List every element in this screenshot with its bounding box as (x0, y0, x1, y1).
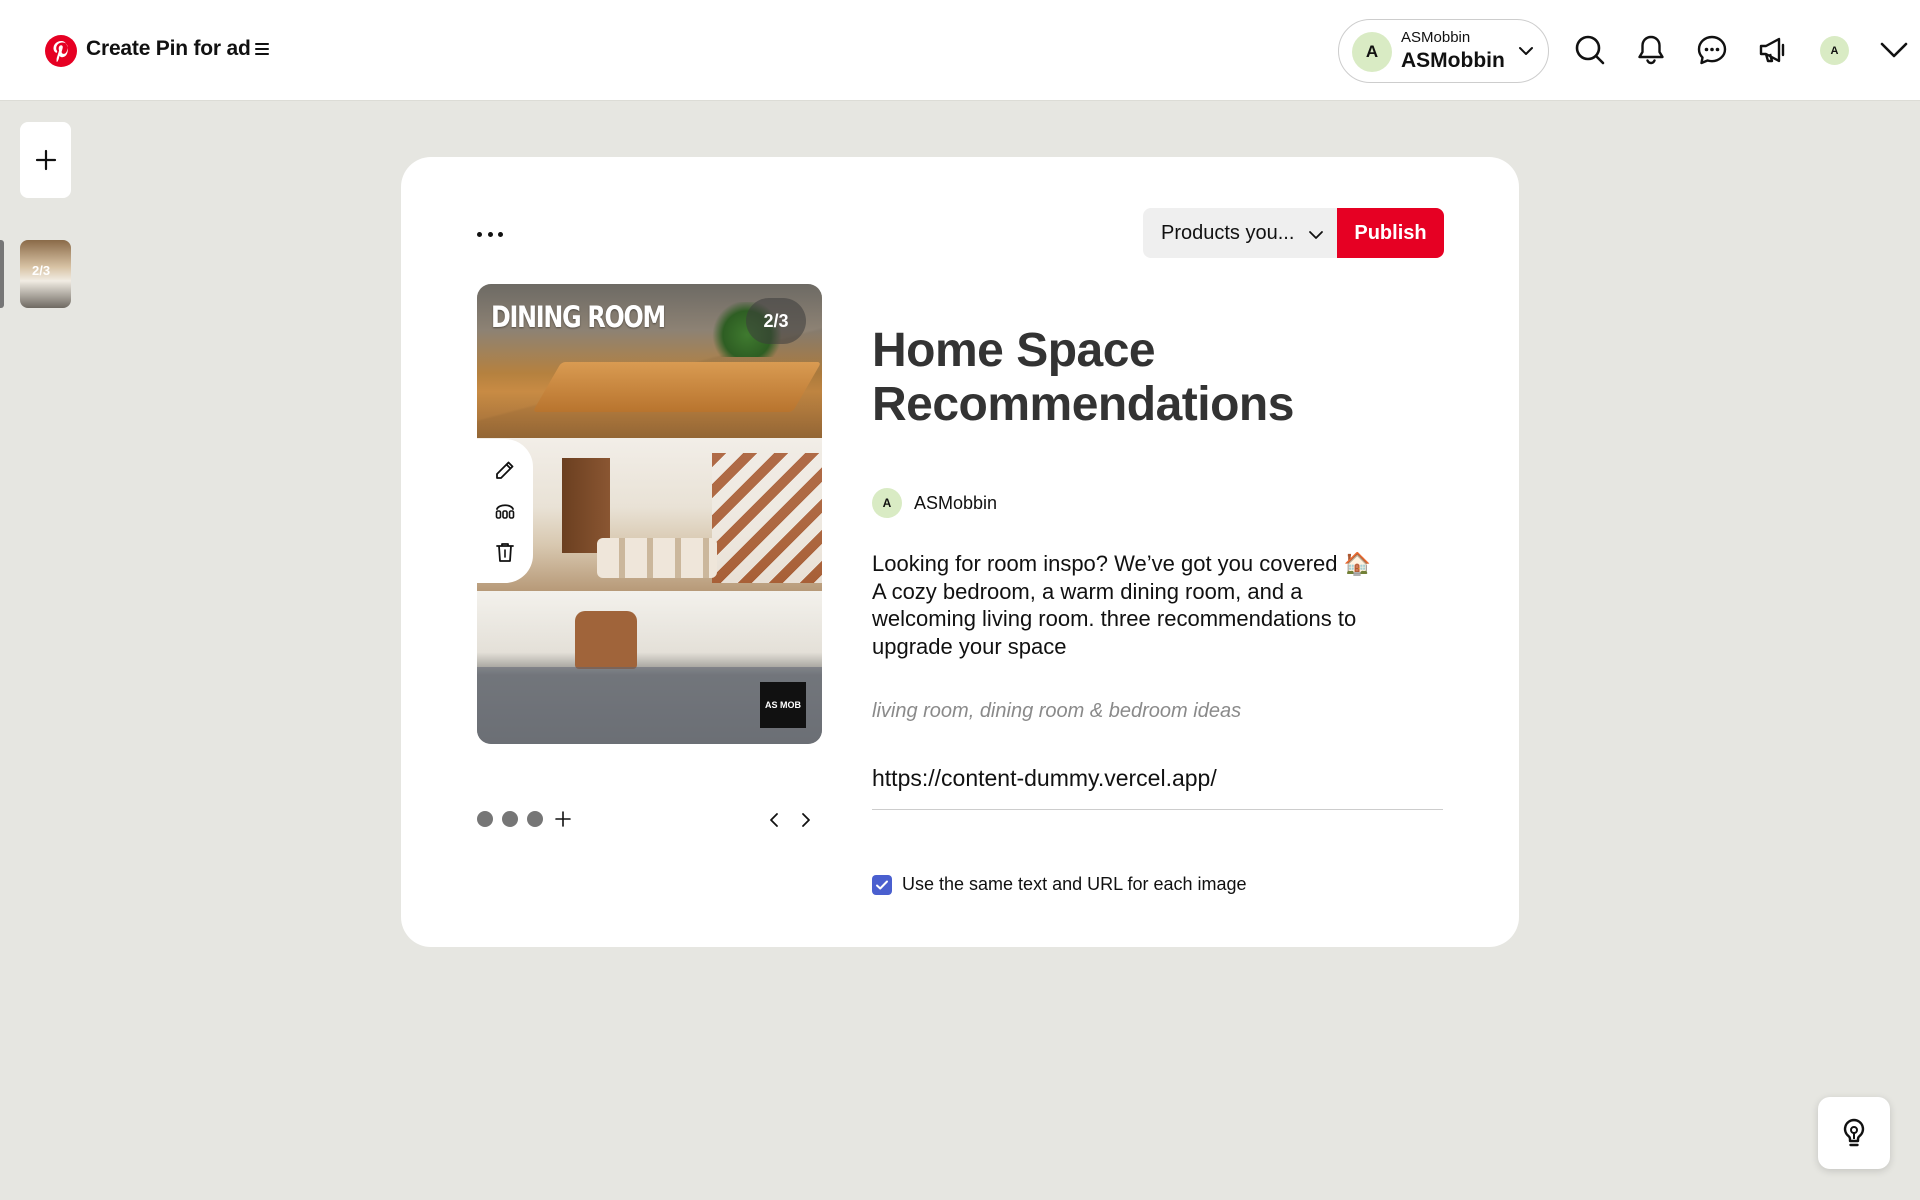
more-options-icon[interactable] (477, 227, 503, 241)
add-image-icon[interactable] (555, 811, 571, 827)
lightbulb-icon (1843, 1118, 1865, 1147)
adjust-icon[interactable] (491, 497, 519, 525)
carousel-dot[interactable] (527, 811, 543, 827)
menu-icon[interactable] (253, 40, 271, 58)
account-name: ASMobbin (1401, 49, 1505, 72)
pinterest-logo-icon[interactable] (45, 35, 77, 67)
plus-icon (35, 149, 56, 171)
chevron-down-icon (1517, 42, 1535, 65)
carousel-dots (477, 811, 571, 827)
description-line: A cozy bedroom, a warm dining room, and … (872, 578, 1303, 604)
pin-editor-card: Products you... Publish AS MOB DINING RO… (401, 157, 1519, 947)
description-line: upgrade your space (872, 633, 1067, 659)
top-header: Create Pin for ad A ASMobbin ASMobbin A (0, 0, 1920, 101)
account-small-name: ASMobbin (1401, 29, 1471, 46)
author-name: ASMobbin (914, 492, 998, 513)
account-avatar: A (1352, 32, 1392, 72)
products-select-label: Products you... (1161, 221, 1295, 244)
chevron-right-icon[interactable] (795, 809, 817, 831)
author-avatar: A (872, 488, 902, 518)
carousel-dot[interactable] (502, 811, 518, 827)
account-switcher[interactable]: A ASMobbin ASMobbin (1338, 19, 1549, 83)
user-avatar[interactable]: A (1820, 36, 1849, 65)
checkmark-icon (876, 880, 888, 889)
description-line: Looking for room inspo? We’ve got you co… (872, 551, 1372, 576)
messages-icon[interactable] (1694, 32, 1730, 68)
chevron-left-icon[interactable] (763, 809, 785, 831)
pin-draft-thumbnail[interactable]: 2/3 (20, 240, 71, 308)
megaphone-icon[interactable] (1755, 32, 1791, 68)
alt-text-field[interactable]: living room, dining room & bedroom ideas (872, 700, 1241, 723)
chevron-down-icon (1308, 226, 1324, 249)
pin-title[interactable]: Home Space Recommendations (872, 324, 1432, 432)
trash-icon[interactable] (491, 538, 519, 566)
destination-url-input[interactable]: https://content-dummy.vercel.app/ (872, 765, 1443, 810)
thumbnail-page-label: 2/3 (32, 263, 51, 278)
page-title: Create Pin for ad (86, 37, 251, 60)
add-pin-button[interactable] (20, 122, 71, 198)
same-text-checkbox[interactable] (872, 874, 892, 895)
image-tools (477, 439, 533, 583)
active-indicator (0, 240, 4, 308)
bell-icon[interactable] (1633, 32, 1669, 68)
description-line: welcoming living room. three recommendat… (872, 606, 1357, 631)
bedroom-photo: AS MOB (477, 591, 822, 744)
same-text-label: Use the same text and URL for each image (902, 874, 1247, 894)
help-button[interactable] (1818, 1097, 1890, 1169)
same-text-option[interactable]: Use the same text and URL for each image (872, 874, 1247, 895)
search-icon[interactable] (1572, 32, 1608, 68)
image-heading: DINING ROOM (491, 300, 666, 334)
publish-button[interactable]: Publish (1337, 208, 1444, 258)
image-page-indicator: 2/3 (746, 298, 806, 344)
products-select[interactable]: Products you... (1143, 208, 1338, 258)
edit-icon[interactable] (491, 456, 519, 484)
carousel-dot[interactable] (477, 811, 493, 827)
chevron-down-icon[interactable] (1876, 32, 1912, 68)
pin-description[interactable]: Looking for room inspo? We’ve got you co… (872, 550, 1432, 660)
pin-author: A ASMobbin (872, 488, 997, 518)
brand-logo: AS MOB (760, 682, 806, 728)
